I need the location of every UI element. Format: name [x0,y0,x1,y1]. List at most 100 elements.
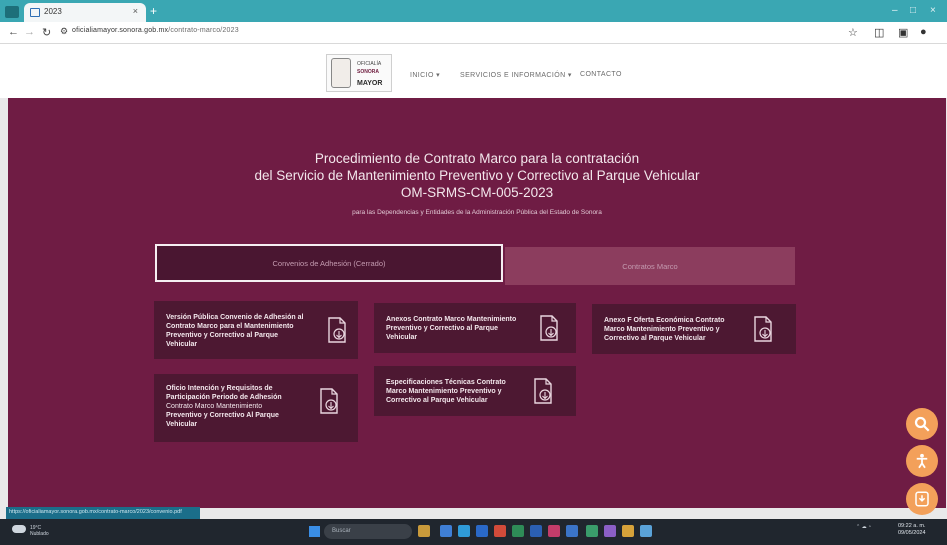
card-line: Preventivo y Correctivo al Parque [166,332,279,339]
app-icon[interactable] [622,525,634,537]
window-menu-icon[interactable] [5,6,19,18]
word-icon[interactable] [530,525,542,537]
cloud-icon [12,525,26,533]
page-title-code: OM-SRMS-CM-005-2023 [400,185,554,200]
logo-line-3: MAYOR [357,80,383,87]
maximize-button[interactable]: □ [910,5,916,16]
card-line: Preventivo y Correctivo Al Parque [166,412,279,419]
tab-convenios-adhesion[interactable]: Convenios de Adhesión (Cerrado) [155,244,503,282]
card-line: Marco Mantenimiento Preventivo y [604,326,720,333]
nav-servicios[interactable]: SERVICIOS E INFORMACIÓN ▾ [460,71,572,79]
card-line: Anexo F Oferta Económica Contrato [604,317,725,324]
browser-tab[interactable]: 2023 × [24,3,146,22]
card-text: Versión Pública Convenio de Adhesión al … [166,313,303,349]
card-text: Especificaciones Técnicas Contrato Marco… [386,378,506,405]
card-line: Correctivo al Parque Vehicular [604,335,706,342]
card-text: Anexo F Oferta Económica Contrato Marco … [604,316,725,343]
card-line: Especificaciones Técnicas Contrato [386,379,506,386]
card-text: Oficio Intención y Requisitos de Partici… [166,384,282,429]
card-line: Vehicular [386,334,418,341]
page-favicon-icon [30,8,40,17]
page-subtitle: para las Dependencias y Entidades de la … [352,209,602,216]
url-path: /contrato-marco/2023 [168,27,239,34]
back-icon[interactable]: ← [8,26,19,38]
logo-line-2: SONORA [357,69,379,75]
card-text: Anexos Contrato Marco Mantenimiento Prev… [386,315,516,342]
windows-start-icon[interactable] [309,526,320,537]
card-line: Contrato Marco Mantenimiento [166,403,263,410]
clock-time: 09:22 a. m. [898,523,926,529]
page-title-line-2: del Servicio de Mantenimiento Preventivo… [254,168,700,183]
search-fab-button[interactable] [906,408,938,440]
document-card-oficio-intencion[interactable]: Oficio Intención y Requisitos de Partici… [154,374,358,442]
logo-line-1: OFICIALÍA [357,61,382,67]
excel-icon[interactable] [512,525,524,537]
outlook-icon[interactable] [566,525,578,537]
card-line: Participación Periodo de Adhesión [166,394,282,401]
browser-tab-bar: 2023 × + – □ × [0,0,947,22]
new-tab-button[interactable]: + [150,4,157,18]
url-host: oficialiamayor.sonora.gob.mx [72,27,169,34]
tab-contratos-marco[interactable]: Contratos Marco [505,247,795,285]
store-icon[interactable] [476,525,488,537]
split-view-icon[interactable]: ▣ [898,26,908,39]
site-header: OFICIALÍA SONORA MAYOR INICIO ▾ SERVICIO… [0,44,947,98]
chrome-browser-icon[interactable] [494,525,506,537]
site-logo[interactable]: OFICIALÍA SONORA MAYOR [326,54,392,92]
app-icon[interactable] [604,525,616,537]
clock-date: 09/05/2024 [898,530,926,536]
main-content: Procedimiento de Contrato Marco para la … [8,98,946,508]
document-card-anexo-f[interactable]: Anexo F Oferta Económica Contrato Marco … [592,304,796,354]
minimize-button[interactable]: – [892,5,898,16]
bookmark-star-icon[interactable]: ☆ [848,26,858,39]
file-explorer-icon[interactable] [418,525,430,537]
tab-title: 2023 [44,7,62,16]
forward-icon[interactable]: → [24,26,35,38]
accessibility-fab-button[interactable] [906,445,938,477]
download-document-icon[interactable] [326,317,348,343]
profile-icon[interactable]: ● [920,26,927,38]
taskbar-clock[interactable]: 09:22 a. m. 09/05/2024 [898,523,926,537]
card-line: Preventivo y Correctivo al Parque [386,325,499,332]
download-document-icon[interactable] [752,316,774,342]
tab-close-icon[interactable]: × [133,6,138,16]
taskbar-search-input[interactable]: Buscar [324,524,412,539]
address-bar: ← → ↻ ⚙ oficialiamayor.sonora.gob.mx/con… [0,22,947,44]
card-line: Vehicular [166,341,198,348]
search-icon [914,416,930,432]
download-document-icon[interactable] [318,388,340,414]
document-card-version-publica[interactable]: Versión Pública Convenio de Adhesión al … [154,301,358,359]
app-icon[interactable] [640,525,652,537]
reload-icon[interactable]: ↻ [42,26,51,39]
app-icon[interactable] [440,525,452,537]
search-placeholder: Buscar [332,528,351,534]
page-title-line-1: Procedimiento de Contrato Marco para la … [314,151,640,166]
download-document-icon[interactable] [538,315,560,341]
accessibility-icon [916,453,928,469]
close-window-button[interactable]: × [930,5,936,16]
card-line: Versión Pública Convenio de Adhesión al [166,314,304,321]
state-emblem-icon [331,58,351,88]
site-info-icon[interactable]: ⚙ [60,26,68,37]
system-tray-icons[interactable]: ⌃ ☁ ◔ [856,524,871,530]
weather-text: 19°C Nublado [30,525,70,537]
app-icon[interactable] [586,525,598,537]
download-fab-button[interactable] [906,483,938,515]
document-card-anexos[interactable]: Anexos Contrato Marco Mantenimiento Prev… [374,303,576,353]
download-box-icon [915,491,929,507]
card-line: Anexos Contrato Marco Mantenimiento [386,316,517,323]
extensions-icon[interactable]: ◫ [874,26,884,39]
document-card-especificaciones[interactable]: Especificaciones Técnicas Contrato Marco… [374,366,576,416]
weather-desc: Nublado [30,531,49,537]
card-line: Vehicular [166,421,198,428]
edge-browser-icon[interactable] [458,525,470,537]
nav-contacto[interactable]: CONTACTO [580,71,622,78]
card-line: Marco Mantenimiento Preventivo y [386,388,502,395]
nav-inicio[interactable]: INICIO ▾ [410,71,440,79]
download-document-icon[interactable] [532,378,554,404]
url-field[interactable]: oficialiamayor.sonora.gob.mx/contrato-ma… [72,27,239,34]
card-line: Contrato Marco para el Mantenimiento [166,323,294,330]
os-taskbar: 19°C Nublado Buscar ⌃ ☁ ◔ 09:22 a. m. 09… [0,519,947,545]
card-line: Oficio Intención y Requisitos de [166,385,273,392]
app-icon[interactable] [548,525,560,537]
